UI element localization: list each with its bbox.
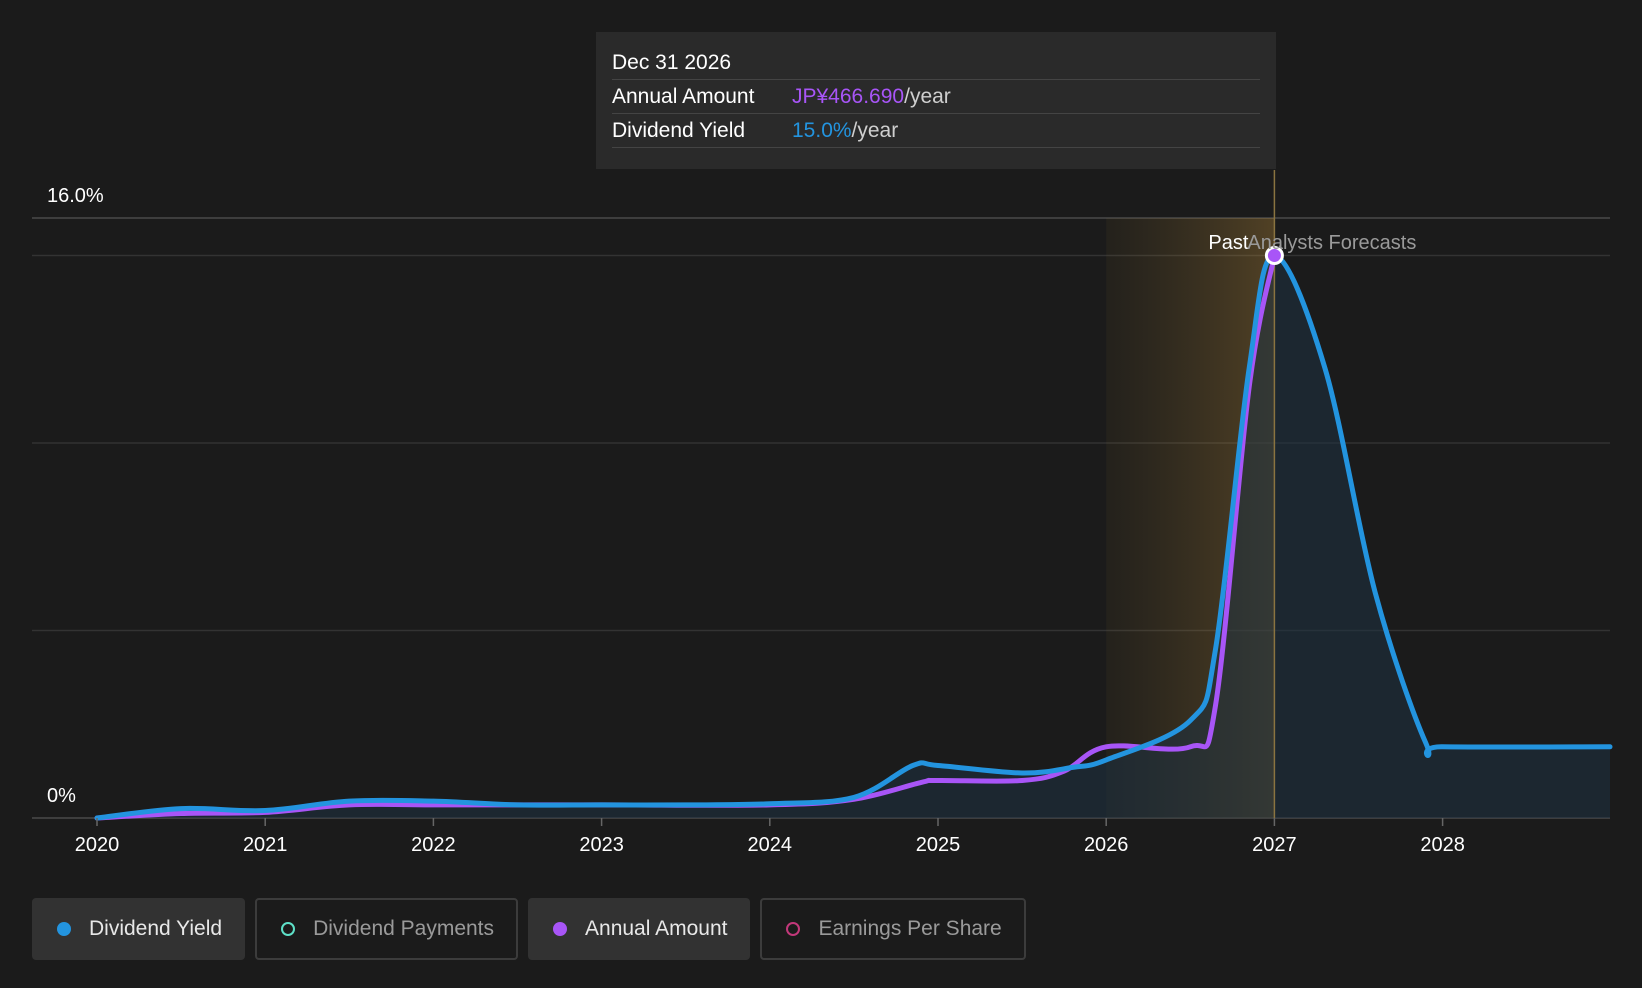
x-tick-label: 2027 <box>1252 834 1297 856</box>
tooltip-dividend-yield-label: Dividend Yield <box>612 119 746 142</box>
x-tick-label: 2023 <box>579 834 624 856</box>
tooltip-row-dividend-yield: Dividend Yield 15.0%/year <box>612 114 1260 148</box>
dividend-yield-dot-icon <box>57 922 71 936</box>
annual-amount-dot-icon <box>553 922 568 936</box>
legend-dividend-payments-button[interactable]: Dividend Payments <box>255 898 519 960</box>
legend-earnings-per-share-label: Earnings Per Share <box>818 917 1002 940</box>
legend-earnings-per-share-button[interactable]: Earnings Per Share <box>760 898 1026 960</box>
x-tick-label: 2021 <box>243 834 288 856</box>
dividend-payments-ring-icon <box>281 922 296 936</box>
past-label: Past <box>1208 232 1248 254</box>
x-tick-label: 2025 <box>916 834 961 856</box>
y-axis-top-label: 16.0% <box>47 185 104 207</box>
tooltip-date: Dec 31 2026 <box>612 46 1260 80</box>
analysts-forecasts-label: Analysts Forecasts <box>1247 232 1416 254</box>
tooltip-annual-amount-unit: /year <box>904 85 951 108</box>
legend: Dividend Yield Dividend Payments Annual … <box>32 898 1026 960</box>
legend-annual-amount-label: Annual Amount <box>585 917 728 940</box>
tooltip-dividend-yield-value: 15.0% <box>792 119 852 142</box>
tooltip: Dec 31 2026 Annual Amount JP¥466.690/year… <box>596 32 1276 169</box>
dividend-yield-area <box>97 255 1610 818</box>
x-tick-label: 2026 <box>1084 834 1129 856</box>
annual-amount-line <box>94 253 1277 821</box>
tooltip-dividend-yield-unit: /year <box>851 119 899 142</box>
y-axis-bottom-label: 0% <box>47 785 76 807</box>
x-tick-label: 2022 <box>411 834 456 856</box>
x-tick-label: 2020 <box>75 834 120 856</box>
x-tick-label: 2028 <box>1420 834 1465 856</box>
legend-dividend-yield-label: Dividend Yield <box>89 917 223 940</box>
x-tick-label: 2024 <box>748 834 793 856</box>
tooltip-annual-amount-label: Annual Amount <box>612 85 755 108</box>
tooltip-row-annual-amount: Annual Amount JP¥466.690/year <box>612 80 1260 114</box>
legend-dividend-payments-label: Dividend Payments <box>313 917 495 940</box>
tooltip-annual-amount-value: JP¥466.690 <box>792 85 905 108</box>
legend-annual-amount-button[interactable]: Annual Amount <box>528 898 751 960</box>
earnings-per-share-ring-icon <box>786 922 801 936</box>
legend-dividend-yield-button[interactable]: Dividend Yield <box>32 898 246 960</box>
x-axis-ticks: 2020 2021 2022 2023 2024 2025 2026 2027 2028 <box>75 818 1465 856</box>
